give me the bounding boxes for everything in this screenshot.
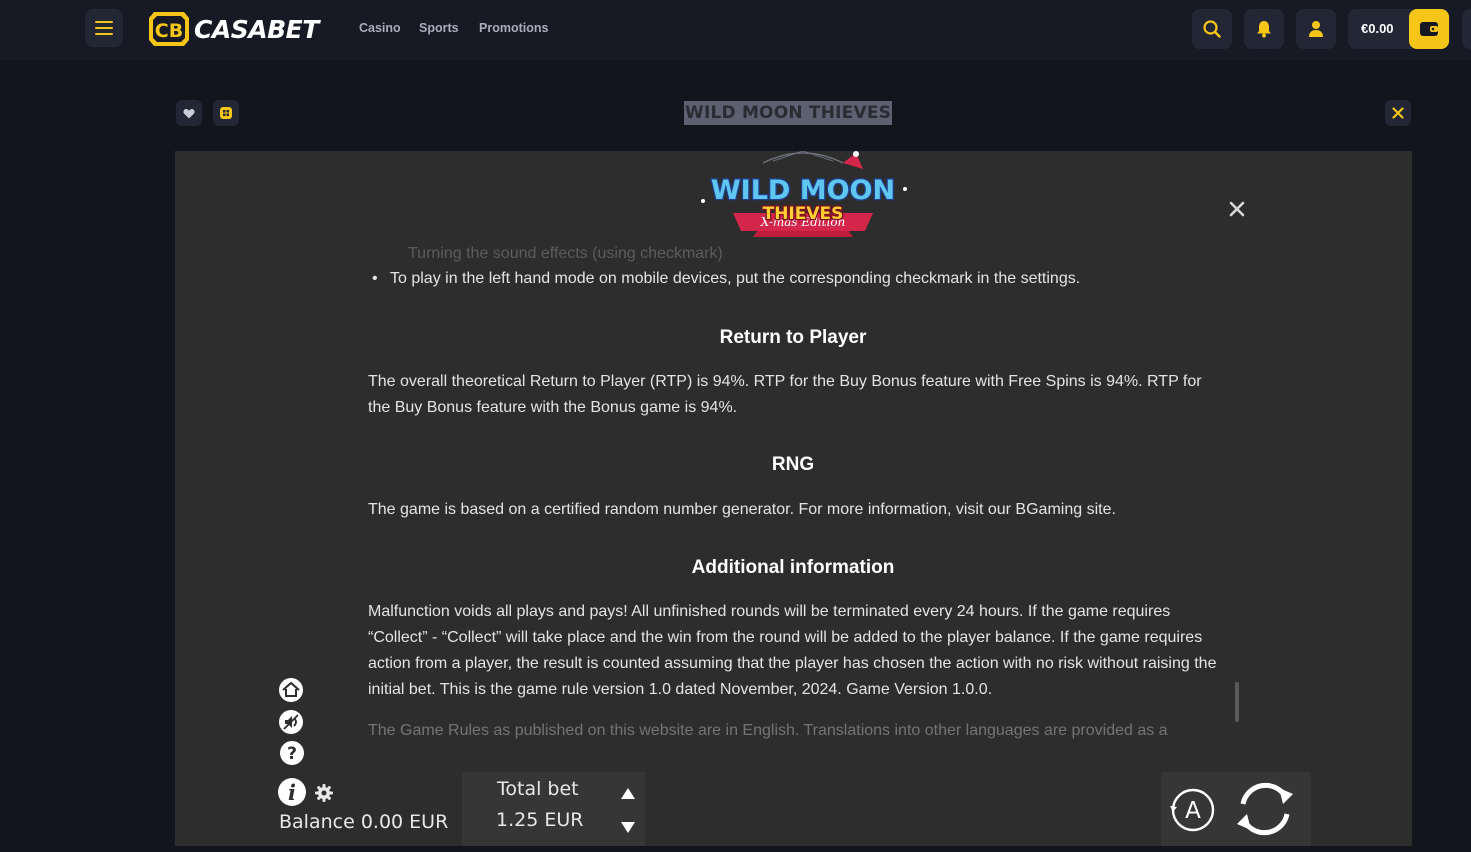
deposit-button[interactable] bbox=[1409, 9, 1449, 49]
nav-link-sports[interactable]: Sports bbox=[419, 21, 459, 35]
game-logo-thieves: THIEVES bbox=[763, 204, 844, 224]
top-navigation-bar: CB CASABET Casino Sports Promotions €0.0… bbox=[0, 0, 1471, 60]
fullscreen-button[interactable] bbox=[213, 100, 239, 126]
game-header: WILD MOON THIEVES bbox=[175, 97, 1412, 129]
logo-mark: CB bbox=[149, 12, 189, 46]
additional-info-heading: Additional information bbox=[691, 557, 895, 578]
total-bet-label: Total bet bbox=[497, 778, 579, 800]
bet-increase-icon[interactable] bbox=[620, 786, 636, 800]
sidebar-toggle-button[interactable] bbox=[1462, 9, 1471, 49]
rules-close-icon[interactable] bbox=[1227, 199, 1247, 219]
nav-link-casino[interactable]: Casino bbox=[359, 21, 401, 35]
translation-note-text: The Game Rules as published on this webs… bbox=[368, 722, 1168, 739]
svg-text:?: ? bbox=[287, 744, 297, 764]
nav-link-promotions[interactable]: Promotions bbox=[479, 21, 548, 35]
home-icon[interactable] bbox=[278, 677, 304, 703]
heart-icon bbox=[183, 108, 195, 118]
logo-wordmark-casa: CASA bbox=[194, 14, 268, 44]
fullscreen-icon bbox=[220, 107, 232, 119]
rng-text: The game is based on a certified random … bbox=[368, 501, 1116, 518]
spin-button[interactable] bbox=[1231, 776, 1299, 842]
game-logo: X-mas Edition WILD MOON THIEVES bbox=[701, 151, 907, 237]
bell-icon bbox=[1257, 21, 1271, 38]
help-icon[interactable]: ? bbox=[279, 740, 305, 766]
logo-mark-text: CB bbox=[155, 20, 183, 42]
total-bet-panel: Total bet 1.25 EUR bbox=[462, 772, 645, 846]
notifications-button[interactable] bbox=[1244, 9, 1284, 49]
search-icon bbox=[1203, 20, 1221, 38]
rules-scrollbar[interactable] bbox=[1235, 682, 1239, 722]
logo-wordmark-bet: BET bbox=[267, 14, 319, 44]
game-frame: Turning the sound effects (using checkma… bbox=[175, 151, 1412, 846]
rng-heading: RNG bbox=[771, 454, 815, 475]
spin-controls-panel: A bbox=[1161, 772, 1311, 846]
menu-button[interactable] bbox=[85, 9, 123, 47]
sound-icon[interactable] bbox=[278, 709, 304, 735]
casabet-logo[interactable]: CB CASABET bbox=[148, 10, 319, 48]
game-logo-wild-moon: WILD MOON bbox=[711, 175, 895, 206]
logo-wordmark: CASABET bbox=[194, 15, 319, 44]
balance-display: Balance 0.00 EUR bbox=[279, 811, 449, 833]
gear-icon[interactable] bbox=[314, 783, 334, 803]
wallet-widget[interactable]: €0.00 bbox=[1348, 9, 1450, 49]
search-button[interactable] bbox=[1192, 9, 1232, 49]
menu-icon bbox=[95, 21, 113, 35]
wallet-icon bbox=[1420, 22, 1438, 36]
info-icon[interactable]: i bbox=[277, 777, 307, 807]
close-game-button[interactable] bbox=[1385, 100, 1411, 126]
rtp-heading: Return to Player bbox=[719, 327, 867, 348]
additional-info-text: Malfunction voids all plays and pays! Al… bbox=[368, 603, 1217, 698]
total-bet-value: 1.25 EUR bbox=[496, 809, 584, 831]
rules-faded-item: Turning the sound effects (using checkma… bbox=[408, 245, 723, 262]
bet-decrease-icon[interactable] bbox=[620, 821, 636, 835]
svg-text:i: i bbox=[288, 780, 296, 805]
autoplay-label: A bbox=[1185, 798, 1201, 824]
wallet-balance: €0.00 bbox=[1361, 21, 1394, 36]
close-icon bbox=[1392, 107, 1404, 119]
autoplay-button[interactable]: A bbox=[1169, 786, 1217, 834]
rules-bullet-item: To play in the left hand mode on mobile … bbox=[372, 270, 1080, 288]
favorite-button[interactable] bbox=[176, 100, 202, 126]
account-button[interactable] bbox=[1296, 9, 1336, 49]
user-icon bbox=[1309, 21, 1323, 37]
rtp-text: The overall theoretical Return to Player… bbox=[368, 373, 1202, 416]
game-title: WILD MOON THIEVES bbox=[684, 101, 893, 125]
